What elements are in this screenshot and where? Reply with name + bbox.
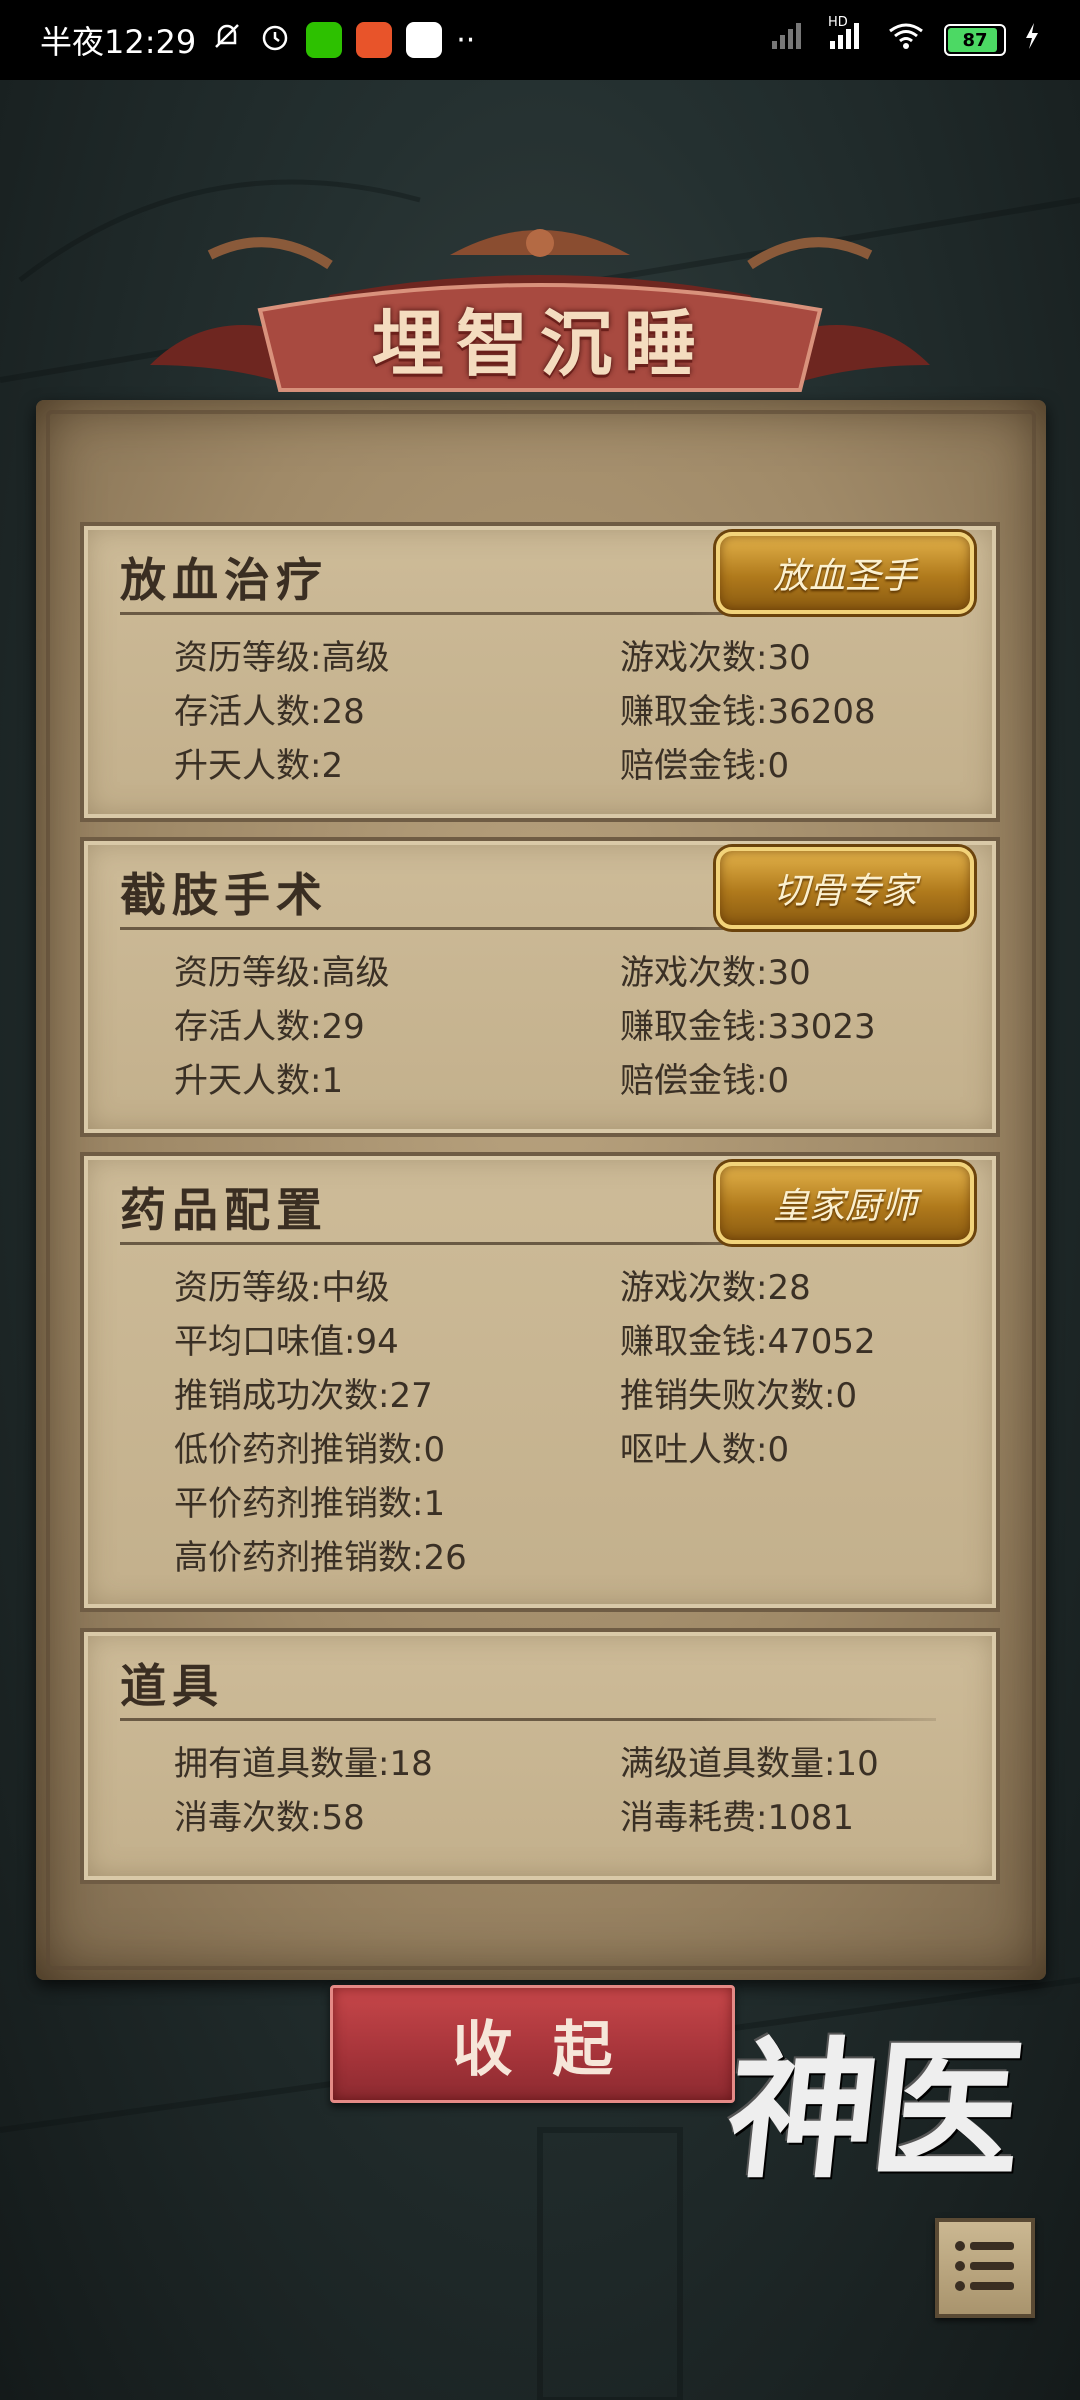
section-bloodletting: 放血治疗 放血圣手 资历等级:高级 游戏次数:30 存活人数:28 赚取金钱:3… (80, 522, 1000, 822)
stat-item-empty (620, 1482, 966, 1526)
stats-grid: 资历等级:高级 游戏次数:30 存活人数:28 赚取金钱:36208 升天人数:… (174, 636, 966, 788)
stat-item: 游戏次数:28 (620, 1268, 811, 1308)
status-bar: 半夜12:29 ·· HD 87 (0, 0, 1080, 80)
stat-item: 赚取金钱:47052 (620, 1322, 876, 1362)
stats-grid: 拥有道具数量:18 满级道具数量:10 消毒次数:58 消毒耗费:1081 (174, 1742, 966, 1840)
stat-item: 存活人数:29 (174, 1007, 365, 1047)
stat-item-empty (620, 1536, 966, 1580)
section-header: 道具 (120, 1659, 224, 1713)
badge-label: 放血圣手 (772, 556, 917, 597)
alarm-icon (258, 19, 292, 61)
title-badge: 切骨专家 (716, 847, 974, 929)
collapse-button[interactable]: 收起 (330, 1985, 735, 2103)
qq-icon (406, 22, 443, 58)
game-logo: 神医 (719, 2023, 1026, 2199)
page-title: 埋智沉睡 (371, 301, 708, 386)
battery-icon: 87 (944, 24, 1006, 56)
signal-icon (770, 21, 810, 59)
stat-item: 呕吐人数:0 (620, 1430, 790, 1470)
title-badge: 皇家厨师 (716, 1162, 974, 1244)
stat-item: 拥有道具数量:18 (174, 1744, 433, 1784)
more-notifications-icon: ·· (456, 22, 476, 58)
stat-item: 赔偿金钱:0 (620, 746, 790, 786)
stat-item: 游戏次数:30 (620, 638, 811, 678)
stat-item: 消毒耗费:1081 (620, 1798, 854, 1838)
section-medicine: 药品配置 皇家厨师 资历等级:中级 游戏次数:28 平均口味值:94 赚取金钱:… (80, 1152, 1000, 1612)
stat-item: 赚取金钱:33023 (620, 1007, 876, 1047)
app-notification-icon (356, 22, 393, 58)
section-header: 放血治疗 (120, 553, 328, 607)
wechat-icon (306, 22, 343, 58)
section-amputation: 截肢手术 切骨专家 资历等级:高级 游戏次数:30 存活人数:29 赚取金钱:3… (80, 837, 1000, 1137)
battery-level: 87 (962, 29, 988, 51)
stat-item: 升天人数:1 (174, 1061, 344, 1101)
stat-item: 游戏次数:30 (620, 953, 811, 993)
section-items: 道具 拥有道具数量:18 满级道具数量:10 消毒次数:58 消毒耗费:1081 (80, 1628, 1000, 1884)
title-badge: 放血圣手 (716, 532, 974, 614)
menu-list-button[interactable] (935, 2218, 1035, 2318)
signal-hd-icon: HD (828, 15, 868, 59)
section-header: 药品配置 (120, 1183, 328, 1237)
section-divider (120, 1718, 936, 1721)
charging-icon (1024, 21, 1040, 59)
stat-item: 升天人数:2 (174, 746, 344, 786)
badge-label: 切骨专家 (772, 871, 917, 912)
mute-bell-icon (210, 19, 244, 61)
wifi-icon (886, 21, 926, 59)
badge-label: 皇家厨师 (772, 1186, 917, 1227)
stat-item: 平均口味值:94 (174, 1322, 399, 1362)
stat-item: 满级道具数量:10 (620, 1744, 879, 1784)
stat-item: 资历等级:高级 (174, 638, 390, 678)
stat-item: 资历等级:高级 (174, 953, 390, 993)
stats-grid: 资历等级:高级 游戏次数:30 存活人数:29 赚取金钱:33023 升天人数:… (174, 951, 966, 1103)
stat-item: 推销失败次数:0 (620, 1376, 858, 1416)
stat-item: 资历等级:中级 (174, 1268, 390, 1308)
stats-grid: 资历等级:中级 游戏次数:28 平均口味值:94 赚取金钱:47052 推销成功… (174, 1266, 966, 1580)
status-time: 半夜12:29 (40, 23, 197, 61)
stat-item: 低价药剂推销数:0 (174, 1430, 446, 1470)
network-hd-label: HD (828, 15, 848, 30)
list-icon (950, 2234, 1020, 2302)
stat-item: 消毒次数:58 (174, 1798, 365, 1838)
stat-item: 推销成功次数:27 (174, 1376, 433, 1416)
stat-item: 赚取金钱:36208 (620, 692, 876, 732)
section-header: 截肢手术 (120, 868, 328, 922)
stat-item: 平价药剂推销数:1 (174, 1484, 446, 1524)
stat-item: 存活人数:28 (174, 692, 365, 732)
stat-item: 高价药剂推销数:26 (174, 1538, 467, 1578)
stat-item: 赔偿金钱:0 (620, 1061, 790, 1101)
